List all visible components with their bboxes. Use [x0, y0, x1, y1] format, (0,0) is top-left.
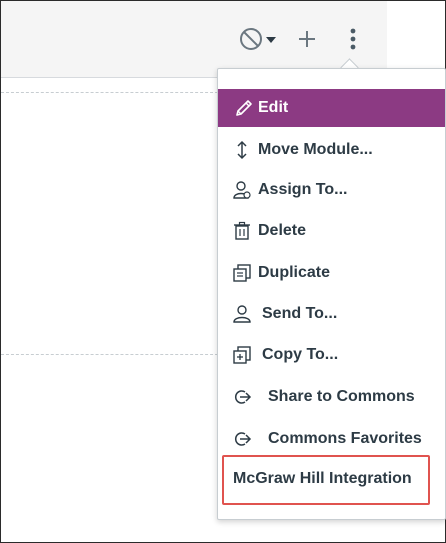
- move-arrows-icon: [232, 140, 252, 160]
- module-header-tools: [237, 25, 369, 57]
- menu-item-send-to[interactable]: Send To...: [218, 295, 445, 333]
- menu-item-label: Move Module...: [258, 141, 373, 158]
- menu-item-delete[interactable]: Delete: [218, 212, 445, 250]
- pencil-icon: [234, 98, 254, 118]
- menu-item-commons-favorites[interactable]: Commons Favorites: [218, 420, 445, 458]
- menu-item-edit[interactable]: Edit: [218, 89, 445, 127]
- chevron-down-icon: [265, 32, 277, 50]
- menu-item-label: Edit: [258, 99, 289, 116]
- menu-item-label: Duplicate: [258, 264, 331, 281]
- menu-item-label: Copy To...: [262, 346, 339, 363]
- menu-item-duplicate[interactable]: Duplicate: [218, 254, 445, 292]
- copy-to-icon: [232, 345, 252, 365]
- duplicate-icon: [232, 263, 252, 283]
- add-item-button[interactable]: [291, 25, 323, 57]
- menu-item-label: Commons Favorites: [268, 430, 422, 447]
- plus-icon: [297, 29, 317, 54]
- trash-icon: [232, 221, 252, 241]
- menu-item-copy-to[interactable]: Copy To...: [218, 336, 445, 374]
- module-options-menu: Edit Move Module... Assign To... Delete …: [217, 68, 446, 520]
- unpublished-icon: [239, 26, 265, 57]
- menu-item-label: Assign To...: [258, 181, 348, 198]
- drop-zone-border-bottom: [1, 354, 223, 355]
- module-options-button[interactable]: [337, 25, 369, 57]
- user-icon: [232, 304, 252, 324]
- publish-status-button[interactable]: [237, 25, 279, 57]
- assign-user-icon: [232, 180, 252, 200]
- commons-share-icon: [232, 429, 252, 449]
- menu-item-label: Delete: [258, 222, 307, 239]
- commons-share-icon: [232, 387, 252, 407]
- drop-zone-border-top: [1, 92, 223, 93]
- menu-item-label: Share to Commons: [268, 388, 415, 405]
- menu-item-move-module[interactable]: Move Module...: [218, 131, 445, 169]
- menu-item-share-to-commons[interactable]: Share to Commons: [218, 378, 445, 416]
- more-vertical-icon: [349, 28, 357, 55]
- menu-item-label: Send To...: [262, 305, 338, 322]
- menu-item-assign-to[interactable]: Assign To...: [218, 171, 445, 209]
- highlight-box: [222, 455, 430, 505]
